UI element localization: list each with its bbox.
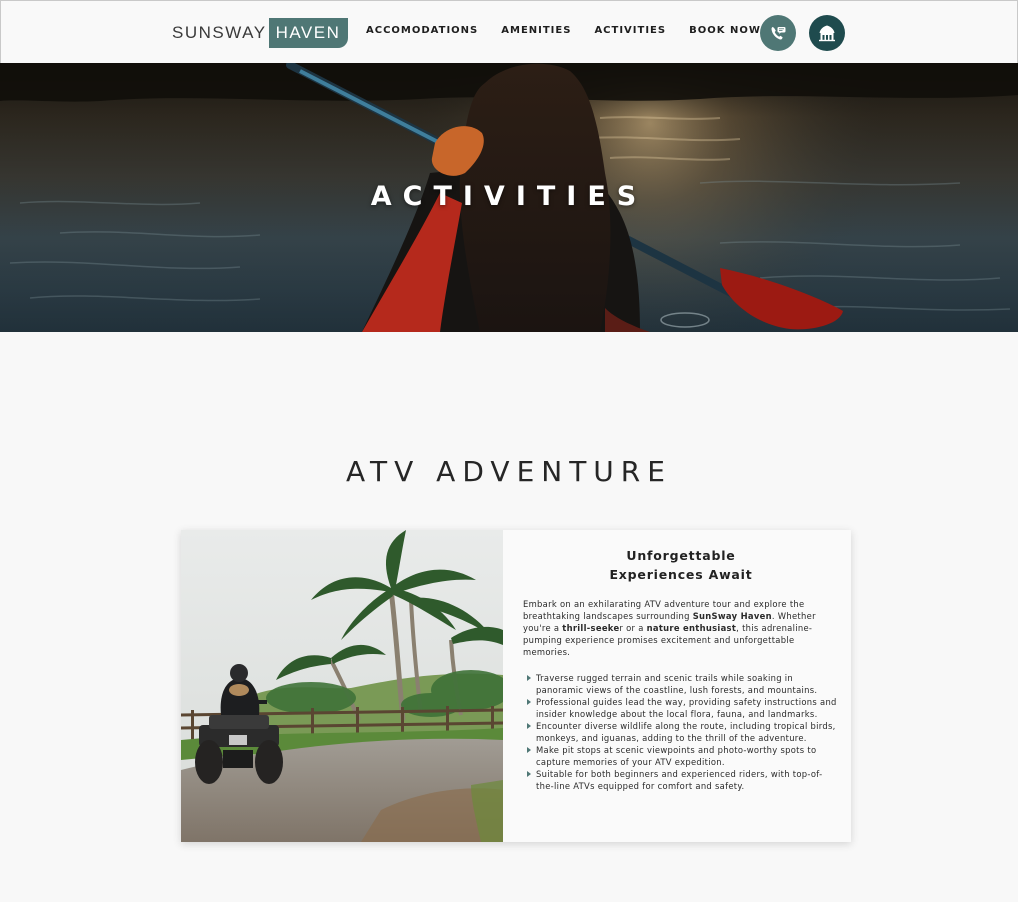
intro-thrill: thrill-seeke [562,623,620,633]
home-icon [819,25,835,42]
hero-title: ACTIVITIES [370,181,648,212]
site-header: SUNSWAY HAVEN ACCOMODATIONS AMENITIES AC… [0,0,1018,64]
intro-nature: nature enthusiast [646,623,737,633]
list-item: Suitable for both beginners and experien… [523,768,839,792]
list-item-text: Traverse rugged terrain and scenic trail… [536,673,818,695]
hero-banner: ACTIVITIES [0,63,1018,332]
intro-thrill-rest: r or a [619,623,647,633]
atv-image [181,530,503,842]
activity-card: Unforgettable Experiences Await Embark o… [181,530,851,842]
bullet-arrow-icon [527,699,531,705]
brand-name-box: HAVEN [268,18,349,48]
list-item: Traverse rugged terrain and scenic trail… [523,672,839,696]
bullet-arrow-icon [527,723,531,729]
nav-item-accomodations[interactable]: ACCOMODATIONS [366,25,478,36]
brand-name-light: SUNSWAY [172,23,267,42]
feature-list: Traverse rugged terrain and scenic trail… [523,672,839,792]
card-heading-line2: Experiences Await [609,567,753,582]
brand-logo[interactable]: SUNSWAY HAVEN [172,17,349,49]
card-heading-line1: Unforgettable [626,548,736,563]
list-item-text: Suitable for both beginners and experien… [536,769,823,791]
intro-brand: SunSway Haven [692,611,772,621]
list-item: Professional guides lead the way, provid… [523,696,839,720]
atv-photo [181,530,503,842]
bullet-arrow-icon [527,675,531,681]
list-item-text: Professional guides lead the way, provid… [536,697,837,719]
nav-item-activities[interactable]: ACTIVITIES [594,25,666,36]
list-item-text: Encounter diverse wildlife along the rou… [536,721,836,743]
bullet-arrow-icon [527,747,531,753]
contact-button[interactable] [760,15,796,51]
nav-item-book-now[interactable]: BOOK NOW [689,25,761,36]
phone-chat-icon [771,27,786,40]
home-button[interactable] [809,15,845,51]
nav-item-amenities[interactable]: AMENITIES [501,25,571,36]
card-intro: Embark on an exhilarating ATV adventure … [523,598,839,658]
main-nav: ACCOMODATIONS AMENITIES ACTIVITIES BOOK … [366,25,761,36]
card-content: Unforgettable Experiences Await Embark o… [503,530,851,842]
list-item: Make pit stops at scenic viewpoints and … [523,744,839,768]
card-heading: Unforgettable Experiences Await [523,546,839,584]
list-item: Encounter diverse wildlife along the rou… [523,720,839,744]
section-title: ATV ADVENTURE [346,455,672,489]
list-item-text: Make pit stops at scenic viewpoints and … [536,745,817,767]
bullet-arrow-icon [527,771,531,777]
